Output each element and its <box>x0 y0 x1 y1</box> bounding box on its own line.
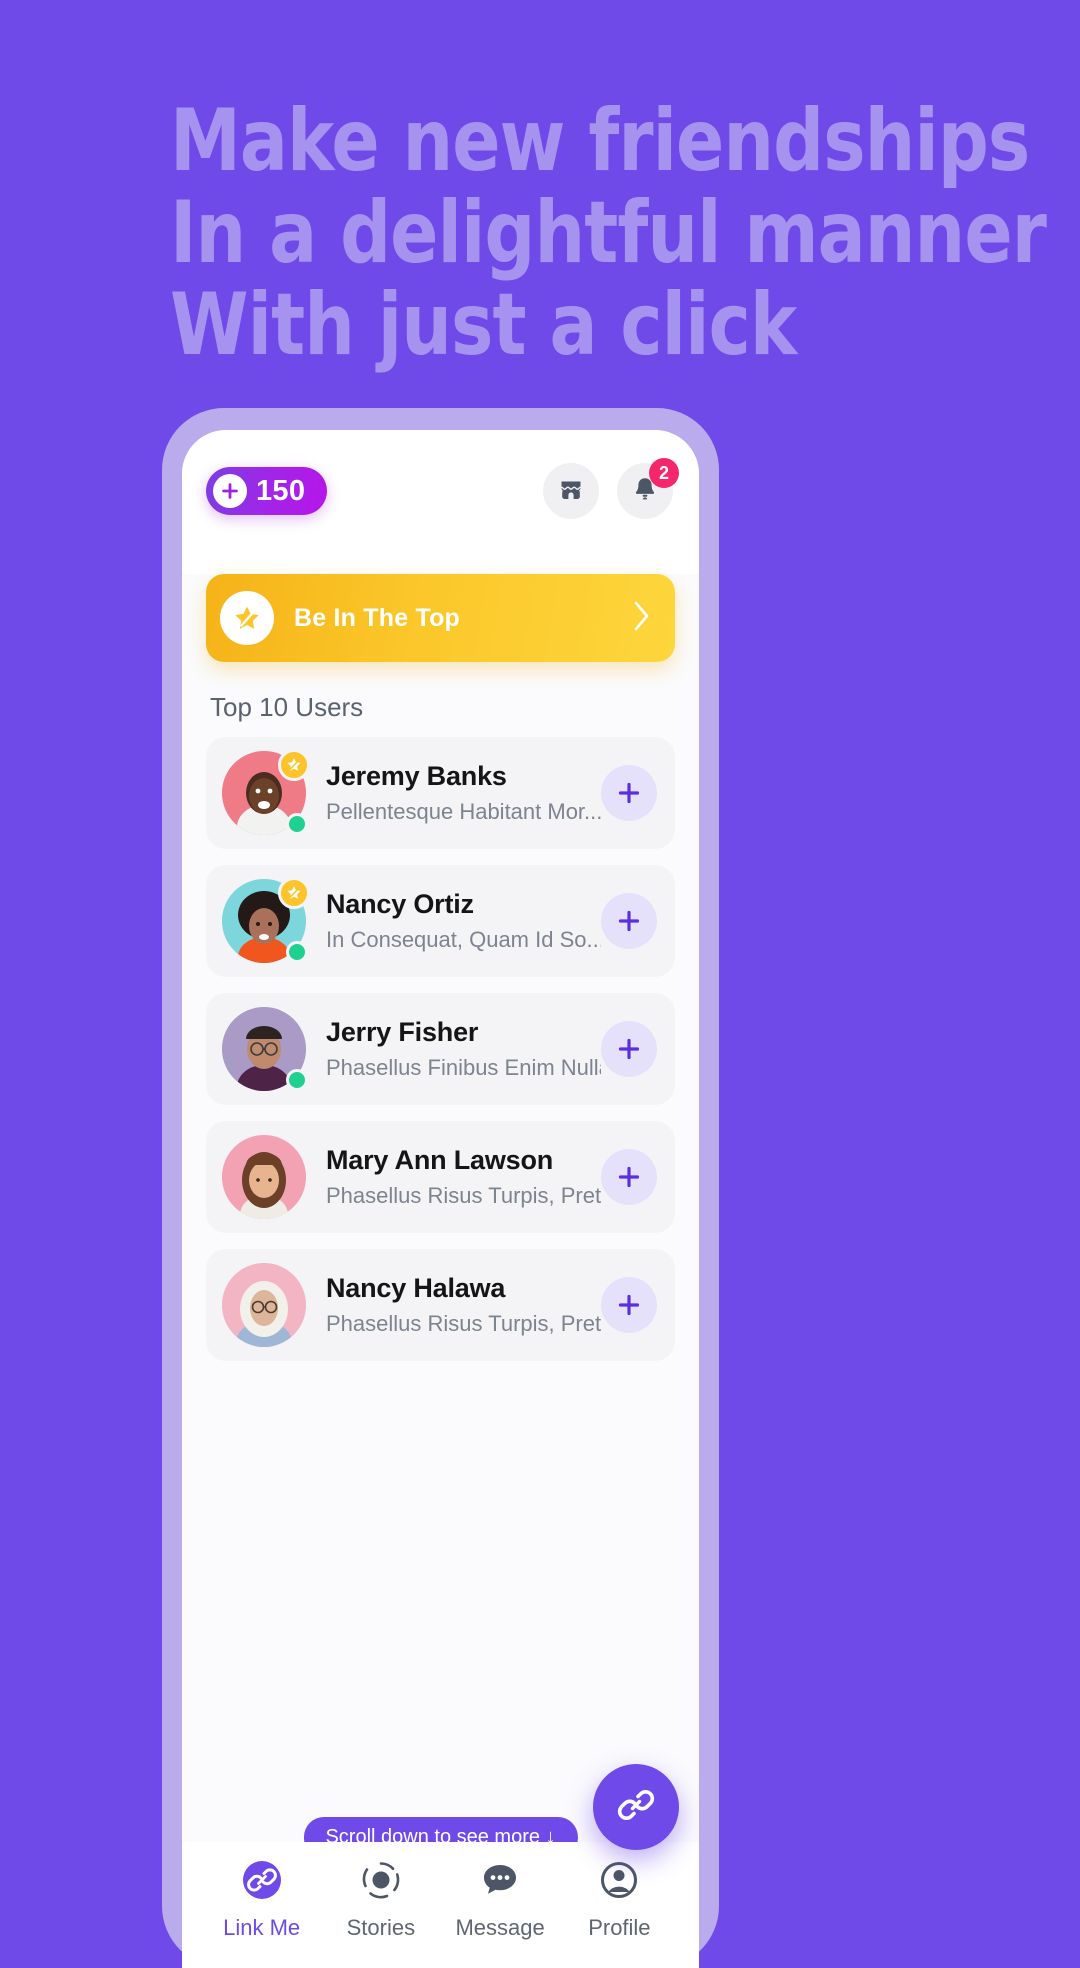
tab-label: Stories <box>346 1915 416 1940</box>
table-row[interactable]: Jeremy Banks Pellentesque Habitant Mor..… <box>206 737 675 849</box>
store-button[interactable] <box>543 463 599 519</box>
add-friend-button[interactable] <box>601 1021 657 1077</box>
tab-label: Profile <box>588 1915 651 1940</box>
star-icon <box>220 591 274 645</box>
be-in-the-top-banner[interactable]: Be In The Top <box>206 574 675 662</box>
hero-line-1: Make new friendships <box>170 91 1030 191</box>
star-badge-icon <box>278 749 310 781</box>
user-subtitle: In Consequat, Quam Id So... <box>326 927 601 952</box>
hero-line-2: In a delightful manner <box>170 183 1047 283</box>
chevron-right-icon <box>631 599 653 638</box>
plus-icon <box>618 1166 640 1188</box>
coin-count-label: 150 <box>256 474 306 507</box>
online-indicator <box>286 941 308 963</box>
phone-screen: 150 2 Be In The Top Top 10 Users Jeremy … <box>182 430 699 1968</box>
plus-icon <box>618 782 640 804</box>
add-friend-button[interactable] <box>601 765 657 821</box>
section-title: Top 10 Users <box>210 692 364 722</box>
link-icon <box>614 1783 658 1832</box>
plus-icon <box>618 1294 640 1316</box>
avatar <box>222 749 310 835</box>
online-indicator <box>286 1069 308 1091</box>
app-header: 150 2 <box>182 430 699 552</box>
notifications-button[interactable]: 2 <box>617 458 679 519</box>
link-icon <box>238 1856 286 1904</box>
tab-profile[interactable]: Profile <box>560 1856 679 1941</box>
user-info: Jeremy Banks Pellentesque Habitant Mor..… <box>326 761 601 825</box>
avatar <box>222 877 310 963</box>
user-name: Jeremy Banks <box>326 761 507 791</box>
user-name: Nancy Halawa <box>326 1273 506 1303</box>
plus-icon <box>213 474 247 508</box>
notification-badge: 2 <box>649 458 679 488</box>
avatar <box>222 1135 306 1219</box>
user-subtitle: Phasellus Risus Turpis, Pretium <box>326 1183 601 1208</box>
tab-link-me[interactable]: Link Me <box>202 1856 321 1941</box>
app-content: Be In The Top Top 10 Users Jeremy Banks … <box>182 574 699 1864</box>
user-subtitle: Phasellus Risus Turpis, Pretium <box>326 1311 601 1336</box>
star-badge-icon <box>278 877 310 909</box>
coin-balance-pill[interactable]: 150 <box>206 467 328 515</box>
store-icon <box>556 474 586 509</box>
table-row[interactable]: Mary Ann Lawson Phasellus Risus Turpis, … <box>206 1121 675 1233</box>
hero-line-3: With just a click <box>170 275 797 375</box>
user-info: Jerry Fisher Phasellus Finibus Enim Null… <box>326 1017 601 1081</box>
tab-message[interactable]: Message <box>441 1856 560 1941</box>
user-name: Mary Ann Lawson <box>326 1145 554 1175</box>
bottom-navigation: Link Me Stories Message Profile <box>182 1842 699 1968</box>
profile-icon <box>595 1856 643 1904</box>
phone-mockup: 150 2 Be In The Top Top 10 Users Jeremy … <box>162 408 719 1968</box>
user-info: Nancy Ortiz In Consequat, Quam Id So... <box>326 889 601 953</box>
link-fab-button[interactable] <box>593 1764 679 1850</box>
plus-icon <box>618 910 640 932</box>
user-info: Nancy Halawa Phasellus Risus Turpis, Pre… <box>326 1273 601 1337</box>
online-indicator <box>286 813 308 835</box>
add-friend-button[interactable] <box>601 1277 657 1333</box>
hero-headline: Make new friendships In a delightful man… <box>170 91 1047 375</box>
tab-label: Message <box>455 1915 545 1940</box>
user-name: Nancy Ortiz <box>326 889 474 919</box>
add-friend-button[interactable] <box>601 1149 657 1205</box>
avatar <box>222 1263 306 1347</box>
header-actions: 2 <box>543 458 679 519</box>
user-subtitle: Phasellus Finibus Enim Nulla, <box>326 1055 601 1080</box>
plus-icon <box>618 1038 640 1060</box>
table-row[interactable]: Nancy Ortiz In Consequat, Quam Id So... <box>206 865 675 977</box>
table-row[interactable]: Jerry Fisher Phasellus Finibus Enim Null… <box>206 993 675 1105</box>
avatar <box>222 1007 308 1091</box>
promo-label: Be In The Top <box>294 603 461 632</box>
user-subtitle: Pellentesque Habitant Mor... <box>326 799 601 824</box>
user-name: Jerry Fisher <box>326 1017 479 1047</box>
table-row[interactable]: Nancy Halawa Phasellus Risus Turpis, Pre… <box>206 1249 675 1361</box>
user-info: Mary Ann Lawson Phasellus Risus Turpis, … <box>326 1145 601 1209</box>
message-icon <box>476 1856 524 1904</box>
tab-stories[interactable]: Stories <box>321 1856 440 1941</box>
add-friend-button[interactable] <box>601 893 657 949</box>
stories-icon <box>357 1856 405 1904</box>
tab-label: Link Me <box>223 1915 301 1940</box>
